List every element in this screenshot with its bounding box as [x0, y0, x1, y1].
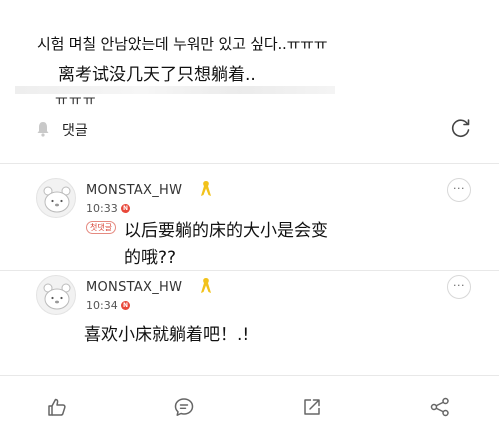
more-options-button[interactable]: ···	[447, 275, 471, 299]
more-options-button[interactable]: ···	[447, 178, 471, 202]
share-external-icon[interactable]	[301, 396, 323, 418]
comment-author[interactable]: MONSTAX_HW	[86, 280, 182, 295]
post-text: 시험 며칠 안남았는데 누워만 있고 싶다..ㅠㅠㅠ	[37, 35, 328, 53]
avatar[interactable]	[36, 178, 76, 218]
divider	[0, 270, 499, 271]
comment-text-line2: 的哦??	[124, 248, 177, 268]
comment-text: 以后要躺的床的大小是会变	[124, 221, 328, 241]
avatar-bear-icon	[43, 186, 71, 213]
like-icon[interactable]	[46, 396, 68, 418]
comment-text: 喜欢小床就躺着吧！.!	[84, 325, 250, 345]
yellow-ribbon-icon	[201, 181, 211, 196]
post-text-tail: ㅠㅠㅠ	[55, 93, 97, 109]
comment-icon[interactable]	[173, 396, 195, 418]
bell-icon[interactable]	[36, 121, 50, 137]
comments-header: 댓글	[0, 110, 499, 150]
new-badge: N	[121, 301, 130, 310]
avatar[interactable]	[36, 275, 76, 315]
post-translation-caption: 离考试没几天了只想躺着..	[58, 65, 256, 85]
avatar-bear-icon	[43, 283, 71, 310]
comment-item: MONSTAX_HW 10:33 N ··· 첫댓글 以后要躺的床的大小是会变 …	[0, 178, 499, 268]
comment-author[interactable]: MONSTAX_HW	[86, 183, 182, 198]
comment-time: 10:33	[86, 202, 118, 215]
divider	[0, 375, 499, 376]
share-icon[interactable]	[429, 396, 451, 418]
comment-time: 10:34	[86, 299, 118, 312]
comments-title: 댓글	[62, 123, 88, 139]
comment-item: MONSTAX_HW 10:34 N ··· 喜欢小床就躺着吧！.!	[0, 275, 499, 355]
bottom-action-bar	[0, 380, 499, 430]
refresh-icon[interactable]	[450, 117, 472, 139]
yellow-ribbon-icon	[201, 278, 211, 293]
divider	[0, 163, 499, 164]
new-badge: N	[121, 204, 130, 213]
first-comment-tag: 첫댓글	[86, 221, 117, 234]
